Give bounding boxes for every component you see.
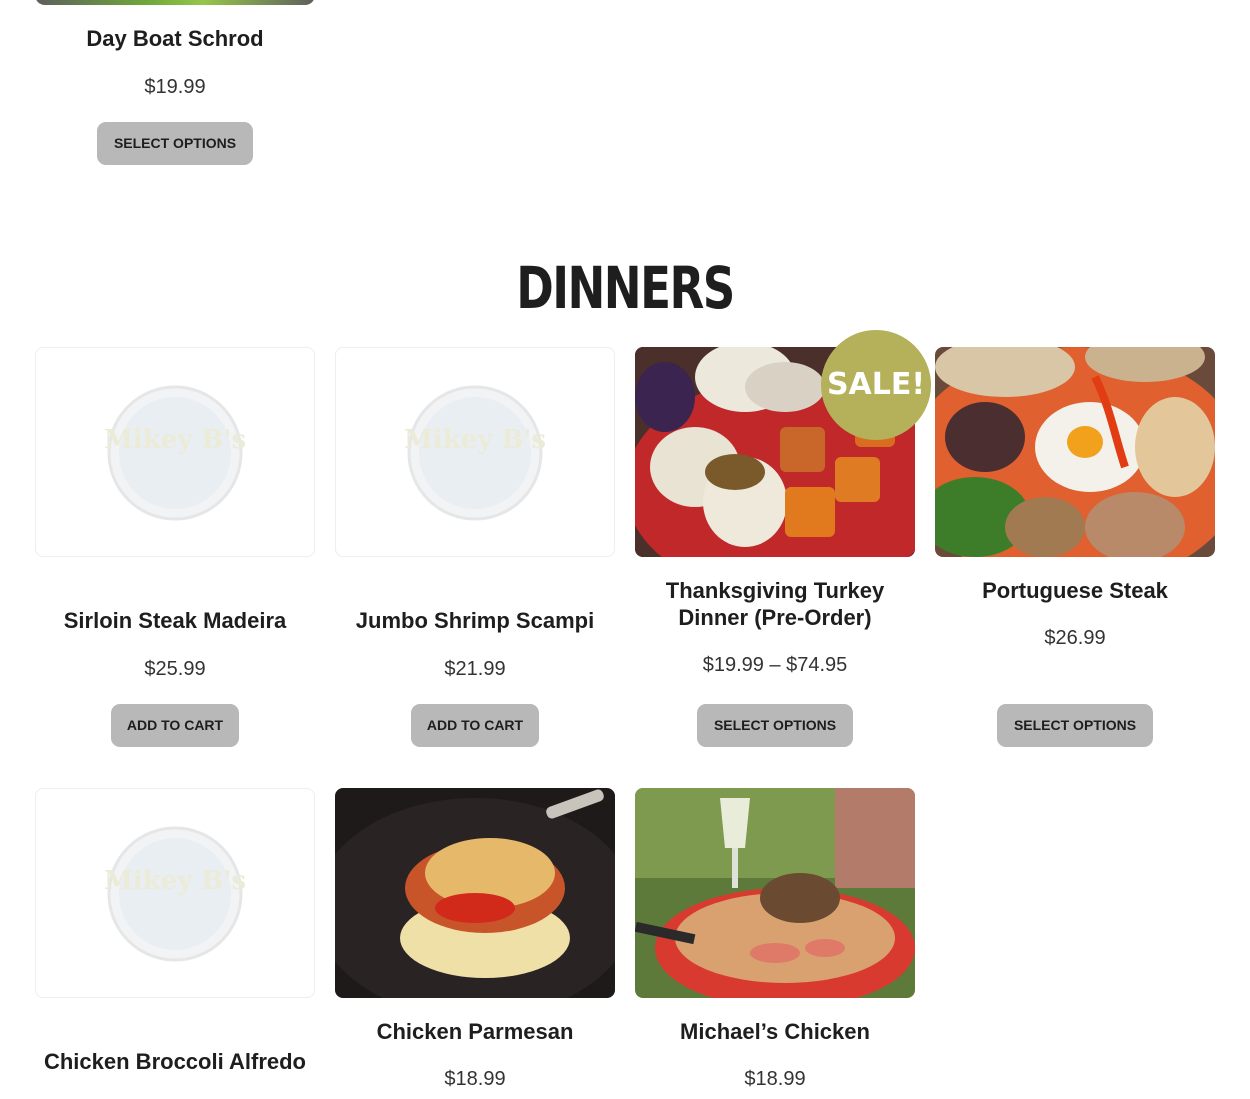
chicken-parmesan-image[interactable]	[335, 788, 615, 998]
portuguese-steak-image[interactable]	[935, 347, 1215, 557]
add-to-cart-button[interactable]: ADD TO CART	[111, 704, 239, 747]
product-title[interactable]: Jumbo Shrimp Scampi	[335, 607, 615, 634]
select-options-button[interactable]: SELECT OPTIONS	[697, 704, 853, 747]
svg-text:Mikey B's: Mikey B's	[404, 425, 546, 455]
product-title[interactable]: Portuguese Steak	[935, 577, 1215, 604]
product-image-placeholder[interactable]: Mikey B's	[335, 347, 615, 557]
product-card: Michael’s Chicken $18.99	[635, 788, 915, 1099]
select-options-button[interactable]: SELECT OPTIONS	[97, 122, 253, 165]
product-card: Portuguese Steak $26.99 SELECT OPTIONS	[935, 347, 1215, 757]
add-to-cart-button[interactable]: ADD TO CART	[411, 704, 539, 747]
product-price: $19.99	[144, 76, 206, 98]
section-title: DINNERS	[516, 254, 735, 322]
product-card: Mikey B's Sirloin Steak Madeira $25.99 A…	[35, 347, 315, 757]
product-card: Mikey B's Jumbo Shrimp Scampi $21.99 ADD…	[335, 347, 615, 757]
logo-icon: Mikey B's	[104, 385, 246, 521]
product-title[interactable]: Chicken Parmesan	[335, 1018, 615, 1045]
svg-text:Mikey B's: Mikey B's	[104, 425, 246, 455]
product-title[interactable]: Chicken Broccoli Alfredo	[35, 1048, 315, 1075]
product-title[interactable]: Thanksgiving Turkey Dinner (Pre-Order)	[655, 577, 895, 631]
svg-text:Mikey B's: Mikey B's	[104, 866, 246, 896]
product-price: $18.99	[444, 1068, 506, 1090]
product-card: Mikey B's Chicken Broccoli Alfredo	[35, 788, 315, 1099]
product-card-day-boat-schrod: Day Boat Schrod $19.99 SELECT OPTIONS	[35, 0, 315, 180]
product-price: $18.99	[744, 1068, 806, 1090]
product-image-placeholder[interactable]: Mikey B's	[35, 347, 315, 557]
product-card: Chicken Parmesan $18.99	[335, 788, 615, 1099]
select-options-button[interactable]: SELECT OPTIONS	[997, 704, 1153, 747]
product-price: $25.99	[144, 658, 206, 680]
product-price: $19.99 – $74.95	[702, 654, 848, 676]
product-price: $26.99	[1044, 627, 1106, 649]
product-title[interactable]: Michael’s Chicken	[635, 1018, 915, 1045]
michaels-chicken-image[interactable]	[635, 788, 915, 998]
product-image-placeholder[interactable]: Mikey B's	[35, 788, 315, 998]
product-price: $21.99	[444, 658, 506, 680]
logo-icon: Mikey B's	[104, 826, 246, 962]
logo-icon: Mikey B's	[404, 385, 546, 521]
product-title[interactable]: Sirloin Steak Madeira	[35, 607, 315, 634]
product-title[interactable]: Day Boat Schrod	[35, 25, 315, 52]
sale-badge: SALE!	[821, 330, 931, 440]
